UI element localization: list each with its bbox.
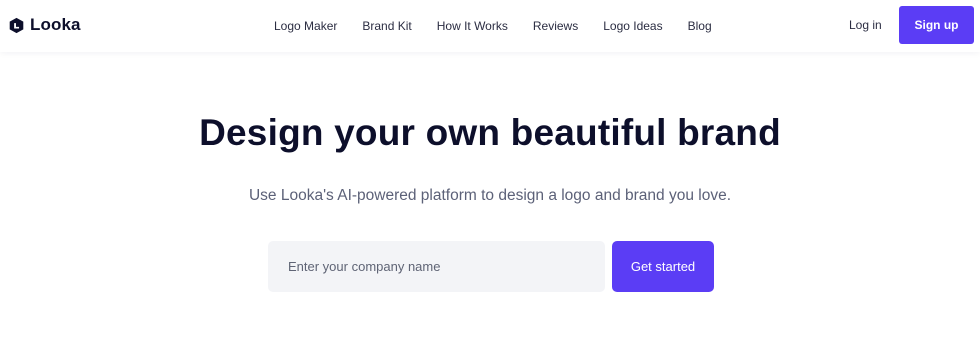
nav-item-reviews[interactable]: Reviews xyxy=(533,19,578,33)
get-started-button[interactable]: Get started xyxy=(612,241,714,292)
hero-title: Design your own beautiful brand xyxy=(199,112,781,153)
hero-subtitle: Use Looka's AI-powered platform to desig… xyxy=(248,187,732,204)
main-nav: Logo Maker Brand Kit How It Works Review… xyxy=(274,0,712,52)
signup-button[interactable]: Sign up xyxy=(899,6,974,44)
looka-logo-icon xyxy=(9,17,24,33)
login-link[interactable]: Log in xyxy=(849,18,882,32)
nav-item-brand-kit[interactable]: Brand Kit xyxy=(362,19,411,33)
brand-name: Looka xyxy=(30,15,81,34)
nav-item-how-it-works[interactable]: How It Works xyxy=(437,19,508,33)
nav-item-logo-ideas[interactable]: Logo Ideas xyxy=(603,19,662,33)
nav-item-blog[interactable]: Blog xyxy=(688,19,712,33)
company-name-input[interactable] xyxy=(268,241,605,292)
brand-logo-link[interactable]: Looka xyxy=(8,15,81,35)
nav-item-logo-maker[interactable]: Logo Maker xyxy=(274,19,337,33)
site-header: Looka Logo Maker Brand Kit How It Works … xyxy=(0,0,980,52)
